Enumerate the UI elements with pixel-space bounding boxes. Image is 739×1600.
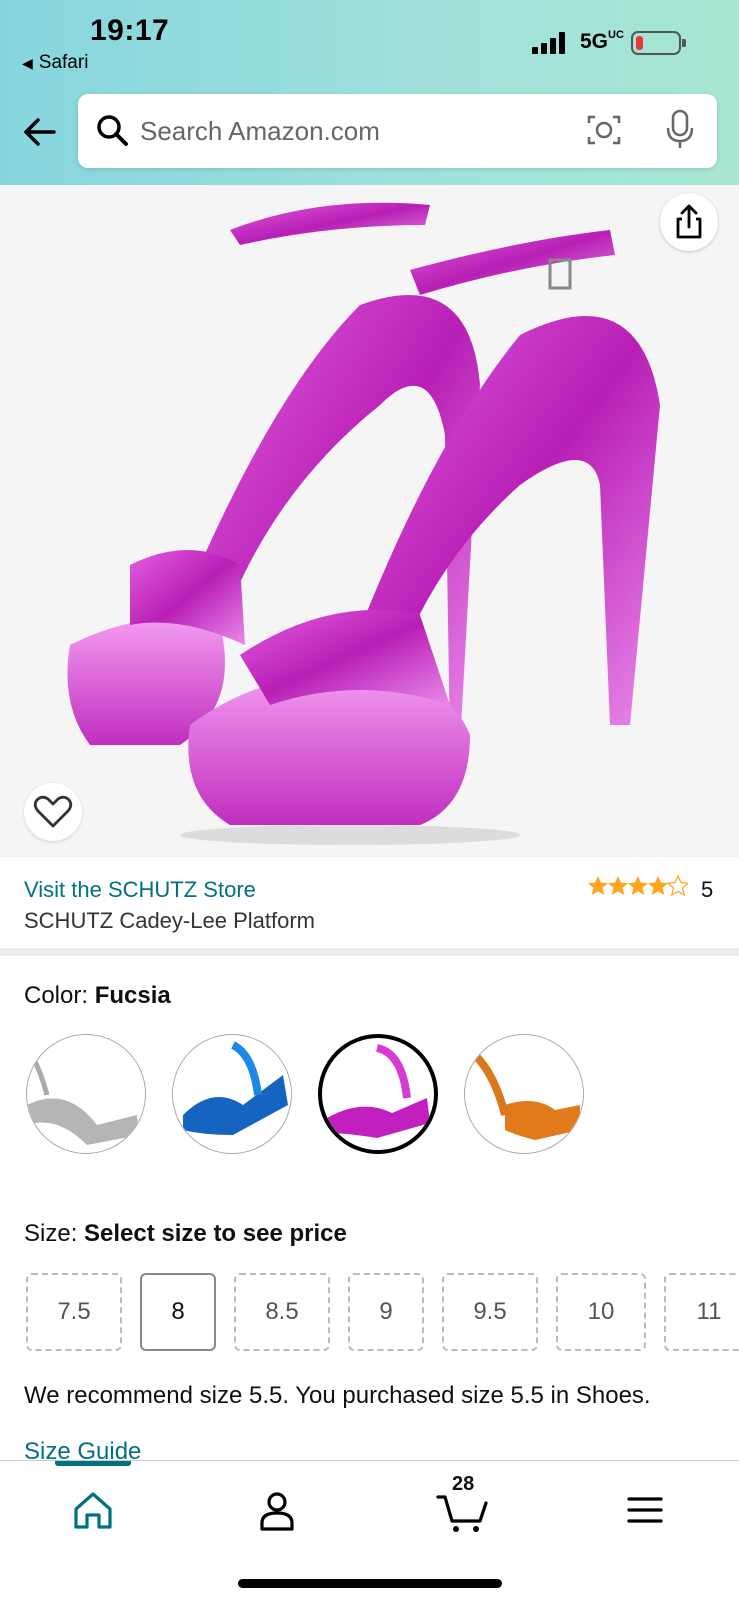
size-option-8.5[interactable]: 8.5 [234, 1273, 330, 1351]
back-triangle-icon: ◀ [22, 55, 33, 71]
home-indicator-bar [238, 1579, 502, 1588]
bottom-navigation: 28 [0, 1460, 739, 1600]
size-prompt: Select size to see price [84, 1220, 347, 1247]
search-bar[interactable] [78, 94, 717, 168]
share-button[interactable] [660, 193, 718, 251]
size-option-9.5[interactable]: 9.5 [442, 1273, 538, 1351]
network-indicator: 5GUC [580, 29, 624, 54]
size-option-8[interactable]: 8 [140, 1273, 216, 1351]
signal-icon [532, 32, 572, 54]
color-label: Color: Fucsia [24, 982, 171, 1009]
menu-icon[interactable] [620, 1485, 670, 1535]
active-tab-indicator [55, 1461, 131, 1466]
cart-count-badge: 28 [452, 1473, 475, 1495]
rating-count[interactable]: 5 [701, 877, 713, 903]
color-swatch-fucsia[interactable] [318, 1034, 438, 1154]
rating-stars[interactable] [588, 875, 688, 897]
account-icon[interactable] [252, 1485, 302, 1535]
back-arrow-icon[interactable] [20, 112, 60, 152]
size-option-11[interactable]: 11 [664, 1273, 739, 1351]
back-to-safari[interactable]: ◀ Safari [22, 52, 88, 74]
size-option-10[interactable]: 10 [556, 1273, 646, 1351]
size-option-9[interactable]: 9 [348, 1273, 424, 1351]
microphone-icon[interactable] [662, 108, 698, 150]
app-header: 19:17 ◀ Safari 5GUC [0, 0, 739, 185]
visit-store-link[interactable]: Visit the SCHUTZ Store [24, 877, 256, 903]
product-image[interactable] [0, 185, 739, 857]
search-input[interactable] [140, 112, 560, 150]
sandal-image [67, 202, 660, 845]
wishlist-button[interactable] [24, 783, 82, 841]
share-icon [676, 204, 702, 239]
color-swatch-orange[interactable] [464, 1034, 584, 1154]
heart-icon [33, 795, 73, 828]
status-time: 19:17 [90, 14, 170, 47]
home-icon[interactable] [68, 1485, 118, 1535]
size-label: Size: Select size to see price [24, 1220, 347, 1247]
search-icon [97, 115, 128, 146]
section-divider [0, 948, 739, 956]
camera-search-icon[interactable] [586, 112, 622, 148]
color-swatch-blue[interactable] [172, 1034, 292, 1154]
selected-color: Fucsia [94, 982, 171, 1009]
size-option-7.5[interactable]: 7.5 [26, 1273, 122, 1351]
size-recommendation: We recommend size 5.5. You purchased siz… [24, 1382, 651, 1409]
product-title: SCHUTZ Cadey-Lee Platform [24, 908, 315, 933]
back-app-label: Safari [38, 52, 89, 73]
battery-icon [631, 31, 686, 55]
color-swatch-silver[interactable] [26, 1034, 146, 1154]
